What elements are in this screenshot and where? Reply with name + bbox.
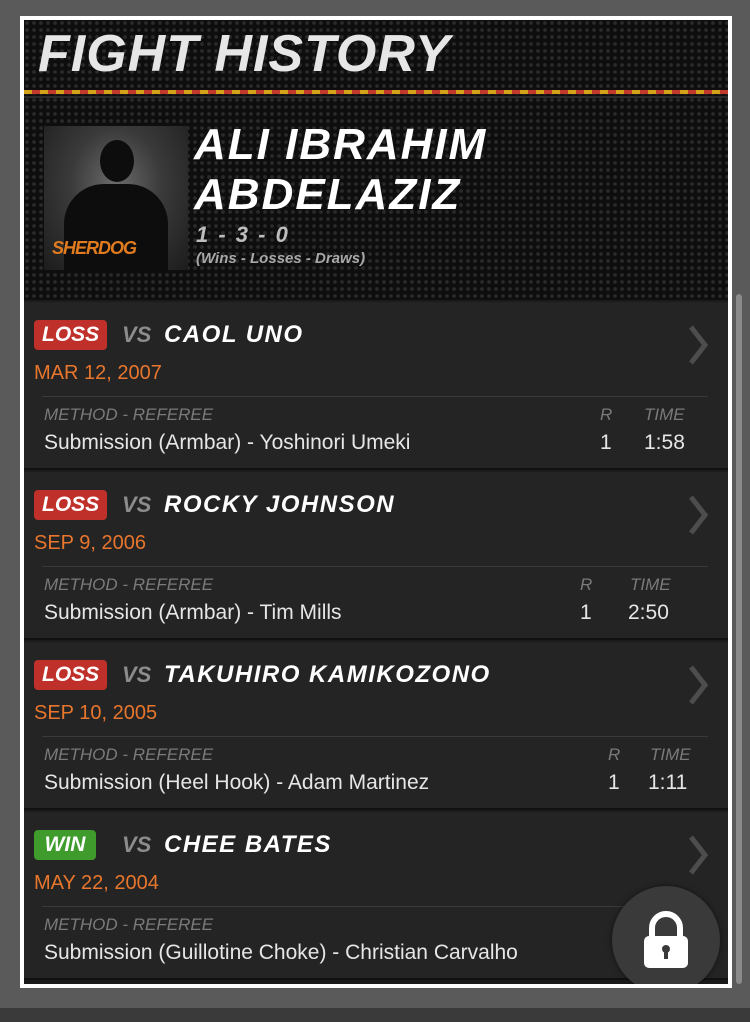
opponent-name: CAOL UNO: [164, 321, 304, 348]
row-divider: [42, 396, 708, 397]
header-stripe: [24, 90, 728, 94]
opponent-name: TAKUHIRO KAMIKOZONO: [164, 661, 491, 688]
silhouette-head: [100, 140, 134, 182]
result-badge: LOSS: [34, 490, 108, 520]
chevron-right-icon[interactable]: [688, 834, 708, 876]
fight-row[interactable]: LOSS VS TAKUHIRO KAMIKOZONO SEP 10, 2005…: [24, 642, 728, 810]
opponent-name: ROCKY JOHNSON: [164, 491, 396, 518]
fight-date: MAY 22, 2004: [34, 872, 159, 894]
vs-label: VS: [122, 832, 152, 857]
method-referee-value: Submission (Guillotine Choke) - Christia…: [44, 941, 518, 964]
round-value: 1: [580, 601, 592, 624]
fight-history-panel: FIGHT HISTORY SHERDOG ALI IBRAHIM ABDELA…: [24, 20, 728, 984]
method-referee-value: Submission (Armbar) - Yoshinori Umeki: [44, 431, 411, 454]
vs-label: VS: [122, 662, 152, 687]
vs-label: VS: [122, 322, 152, 347]
lock-button[interactable]: [612, 886, 720, 984]
round-label: R: [608, 745, 621, 764]
time-label: TIME: [630, 575, 671, 594]
method-referee-value: Submission (Heel Hook) - Adam Martinez: [44, 771, 430, 794]
row-divider: [42, 736, 708, 737]
fight-row[interactable]: LOSS VS ROCKY JOHNSON SEP 9, 2006 METHOD…: [24, 472, 728, 640]
fighter-avatar: SHERDOG: [44, 126, 188, 270]
fighter-record: 1 - 3 - 0: [196, 222, 290, 247]
sherdog-logo: SHERDOG: [52, 238, 137, 258]
method-referee-label: METHOD - REFEREE: [44, 915, 214, 934]
opponent-name: CHEE BATES: [164, 831, 332, 858]
header-divider: [24, 96, 728, 98]
method-referee-label: METHOD - REFEREE: [44, 405, 214, 424]
time-label: TIME: [650, 745, 691, 764]
time-label: TIME: [644, 405, 685, 424]
scrollbar[interactable]: [736, 294, 742, 984]
fight-date: SEP 10, 2005: [34, 702, 158, 724]
vs-label: VS: [122, 492, 152, 517]
fighter-name: ALI IBRAHIM ABDELAZIZ: [194, 120, 488, 219]
app-frame: FIGHT HISTORY SHERDOG ALI IBRAHIM ABDELA…: [20, 16, 732, 988]
chevron-right-icon[interactable]: [688, 324, 708, 366]
result-badge: LOSS: [34, 320, 108, 350]
fight-row[interactable]: LOSS VS CAOL UNO MAR 12, 2007 METHOD - R…: [24, 302, 728, 470]
method-referee-label: METHOD - REFEREE: [44, 575, 214, 594]
chevron-right-icon[interactable]: [688, 664, 708, 706]
bottom-bar: [0, 1008, 750, 1022]
method-referee-label: METHOD - REFEREE: [44, 745, 214, 764]
round-value: 1: [608, 771, 620, 794]
record-legend: (Wins - Losses - Draws): [196, 250, 366, 267]
method-referee-value: Submission (Armbar) - Tim Mills: [44, 601, 342, 624]
chevron-right-icon[interactable]: [688, 494, 708, 536]
fight-date: SEP 9, 2006: [34, 532, 146, 554]
time-value: 2:50: [628, 601, 669, 624]
lock-icon: [644, 911, 688, 968]
result-badge: WIN: [34, 830, 96, 860]
time-value: 1:58: [644, 431, 685, 454]
round-label: R: [580, 575, 593, 594]
row-divider: [42, 906, 708, 907]
time-value: 1:11: [648, 771, 688, 794]
round-label: R: [600, 405, 613, 424]
row-divider: [42, 566, 708, 567]
round-value: 1: [600, 431, 612, 454]
page-title: FIGHT HISTORY: [38, 25, 451, 83]
fight-date: MAR 12, 2007: [34, 362, 162, 384]
profile-header: FIGHT HISTORY SHERDOG ALI IBRAHIM ABDELA…: [24, 20, 728, 300]
result-badge: LOSS: [34, 660, 108, 690]
